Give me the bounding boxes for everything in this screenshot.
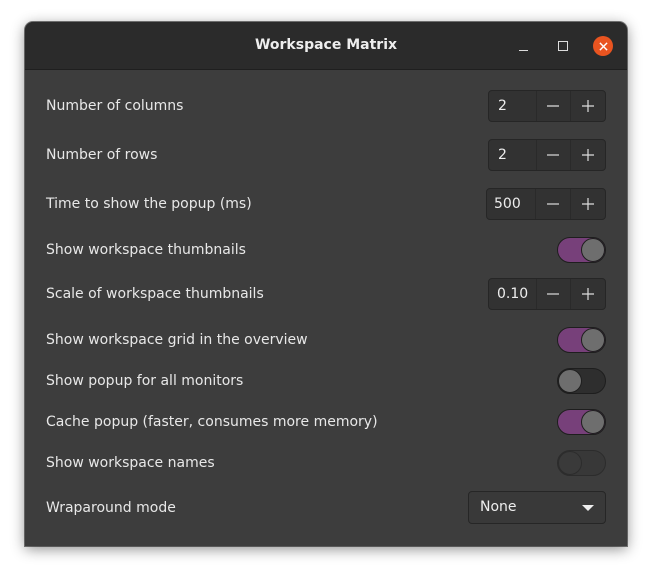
toggle-knob [581,328,605,352]
plus-icon [582,288,595,300]
setting-row-columns: Number of columns 2 [25,90,627,122]
setting-row-wraparound: Wraparound mode None [25,491,627,524]
close-icon [598,41,608,51]
columns-increment-button[interactable] [570,91,605,121]
rows-label: Number of rows [46,147,158,163]
settings-window: Workspace Matrix Number of columns 2 Num… [25,22,627,546]
all-monitors-toggle[interactable] [557,368,606,394]
toggle-knob [558,451,582,475]
maximize-icon [558,41,568,51]
popup-time-increment-button[interactable] [570,189,605,219]
wraparound-dropdown[interactable]: None [468,491,606,524]
setting-row-cache-popup: Cache popup (faster, consumes more memor… [25,408,627,436]
columns-label: Number of columns [46,98,184,114]
thumbnail-scale-value[interactable]: 0.10 [489,279,536,309]
close-button[interactable] [593,36,613,56]
toggle-knob [581,238,605,262]
popup-time-label: Time to show the popup (ms) [46,196,252,212]
rows-value[interactable]: 2 [489,140,536,170]
grid-overview-toggle[interactable] [557,327,606,353]
popup-time-value[interactable]: 500 [487,189,535,219]
dropdown-arrow-icon [582,505,594,511]
wraparound-label: Wraparound mode [46,499,176,516]
columns-value[interactable]: 2 [489,91,536,121]
show-names-label: Show workspace names [46,455,215,471]
toggle-knob [558,369,582,393]
minus-icon [547,203,560,205]
setting-row-show-thumbnails: Show workspace thumbnails [25,236,627,264]
popup-time-spinner: 500 [486,188,606,220]
show-thumbnails-toggle[interactable] [557,237,606,263]
toggle-knob [581,410,605,434]
show-names-toggle[interactable] [557,450,606,476]
plus-icon [582,149,595,161]
rows-decrement-button[interactable] [535,140,571,170]
thumbnail-scale-decrement-button[interactable] [535,279,571,309]
minus-icon [547,105,560,107]
setting-row-thumbnail-scale: Scale of workspace thumbnails 0.10 [25,278,627,310]
setting-row-popup-time: Time to show the popup (ms) 500 [25,188,627,220]
rows-increment-button[interactable] [570,140,605,170]
wraparound-selected: None [480,499,517,515]
cache-popup-toggle[interactable] [557,409,606,435]
columns-spinner: 2 [488,90,606,122]
setting-row-all-monitors: Show popup for all monitors [25,367,627,395]
minus-icon [547,154,560,156]
columns-decrement-button[interactable] [535,91,571,121]
maximize-button[interactable] [553,36,573,56]
setting-row-rows: Number of rows 2 [25,139,627,171]
show-thumbnails-label: Show workspace thumbnails [46,242,246,258]
setting-row-grid-overview: Show workspace grid in the overview [25,326,627,354]
cache-popup-label: Cache popup (faster, consumes more memor… [46,414,378,430]
plus-icon [582,100,595,112]
minimize-icon [518,49,528,51]
minus-icon [547,293,560,295]
setting-row-show-names: Show workspace names [25,449,627,477]
rows-spinner: 2 [488,139,606,171]
window-title: Workspace Matrix [254,37,398,53]
all-monitors-label: Show popup for all monitors [46,373,244,389]
thumbnail-scale-increment-button[interactable] [570,279,605,309]
thumbnail-scale-spinner: 0.10 [488,278,606,310]
grid-overview-label: Show workspace grid in the overview [46,332,308,348]
plus-icon [582,198,595,210]
thumbnail-scale-label: Scale of workspace thumbnails [46,286,264,302]
title-bar[interactable]: Workspace Matrix [25,22,627,70]
popup-time-decrement-button[interactable] [535,189,570,219]
minimize-button[interactable] [513,36,533,56]
